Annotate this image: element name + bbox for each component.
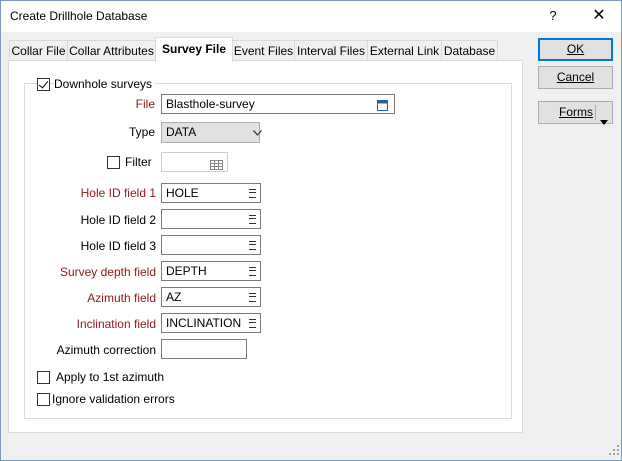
apply-first-azimuth-checkbox[interactable] [37,371,50,384]
cancel-button[interactable]: Cancel [538,66,613,89]
list-icon[interactable] [249,293,256,302]
title-bar: Create Drillhole Database ? ✕ [1,1,621,32]
ignore-validation-checkbox[interactable] [37,393,50,406]
survey-depth-field-label: Survey depth field [59,265,156,279]
survey-depth-field-input[interactable]: DEPTH [161,261,261,281]
tab-database[interactable]: Database [441,40,498,60]
type-label: Type [128,125,155,139]
azimuth-correction-input[interactable] [161,339,247,359]
type-select[interactable]: DATA [161,122,262,143]
file-browse-icon[interactable] [377,98,388,116]
list-icon[interactable] [249,241,256,250]
hole-id-field-3-label: Hole ID field 3 [80,239,156,253]
close-button[interactable]: ✕ [589,6,609,26]
help-button[interactable]: ? [543,6,563,26]
filter-checkbox[interactable] [107,156,120,169]
file-input[interactable]: Blasthole-survey [161,94,395,114]
resize-grip-icon[interactable] [609,444,619,458]
inclination-field-label: Inclination field [76,317,156,331]
tab-event-files[interactable]: Event Files [232,40,295,60]
azimuth-field-label: Azimuth field [87,291,156,305]
tab-survey-file[interactable]: Survey File [155,37,233,62]
list-icon[interactable] [249,189,256,198]
azimuth-correction-label: Azimuth correction [56,343,156,357]
hole-id-field-2-label: Hole ID field 2 [80,213,156,227]
apply-first-azimuth-label: Apply to 1st azimuth [56,370,165,384]
grid-icon[interactable] [210,157,223,175]
file-label: File [135,97,155,111]
ignore-validation-label: Ignore validation errors [52,392,175,406]
tab-collar-file[interactable]: Collar File [9,40,68,60]
hole-id-field-1-input[interactable]: HOLE [161,183,261,203]
inclination-field-input[interactable]: INCLINATION [161,313,261,333]
tab-collar-attributes[interactable]: Collar Attributes [67,40,156,60]
list-icon[interactable] [249,319,256,328]
hole-id-field-1-label: Hole ID field 1 [80,186,156,200]
tab-interval-files[interactable]: Interval Files [294,40,368,60]
tab-external-link[interactable]: External Link [367,40,442,60]
list-icon[interactable] [249,215,256,224]
hole-id-field-3-input[interactable] [161,235,261,255]
downhole-surveys-label: Downhole surveys [54,77,156,91]
chevron-down-icon[interactable] [600,111,608,132]
hole-id-field-2-input[interactable] [161,209,261,229]
filter-input[interactable] [161,152,228,172]
filter-label: Filter [125,155,152,169]
azimuth-field-input[interactable]: AZ [161,287,261,307]
window-title: Create Drillhole Database [10,9,148,23]
ok-button[interactable]: OK [538,38,613,61]
forms-button[interactable]: Forms [538,101,613,125]
downhole-surveys-checkbox[interactable] [37,78,50,91]
list-icon[interactable] [249,267,256,276]
